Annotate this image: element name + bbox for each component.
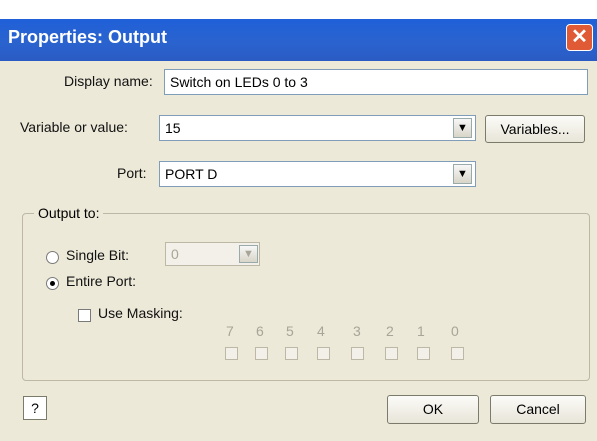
bit-label-0: 0 [451,323,459,339]
bit-checkbox-1[interactable] [417,347,430,360]
bit-label-2: 2 [386,323,394,339]
close-icon: ✕ [571,26,588,48]
port-label: Port: [117,165,147,181]
variables-button-label: Variables... [500,121,570,137]
bit-label-5: 5 [286,323,294,339]
bit-checkbox-5[interactable] [285,347,298,360]
single-bit-value: 0 [171,246,179,262]
bit-label-1: 1 [417,323,425,339]
bit-label-7: 7 [226,323,234,339]
variable-dropdown-arrow-icon[interactable]: ▼ [453,118,472,138]
single-bit-label: Single Bit: [66,247,130,263]
variables-button[interactable]: Variables... [485,115,585,143]
close-button[interactable]: ✕ [566,24,593,51]
display-name-input[interactable]: Switch on LEDs 0 to 3 [164,69,588,95]
title-bar[interactable]: Properties: Output ✕ [0,19,597,61]
ok-button-label: OK [422,401,444,417]
variable-value: 15 [165,120,181,136]
output-to-group [22,213,590,381]
use-masking-checkbox[interactable] [78,309,91,322]
window-title: Properties: Output [8,27,168,47]
port-dropdown-arrow-icon[interactable]: ▼ [453,164,472,184]
display-name-label: Display name: [64,73,153,89]
cancel-button-label: Cancel [516,401,560,417]
entire-port-radio[interactable] [46,277,59,290]
variable-label: Variable or value: [20,119,128,135]
bit-checkbox-0[interactable] [451,347,464,360]
use-masking-label: Use Masking: [98,305,183,321]
help-icon: ? [31,400,39,416]
output-to-group-title: Output to: [34,205,104,221]
cancel-button[interactable]: Cancel [490,395,586,424]
bit-label-4: 4 [317,323,325,339]
single-bit-dropdown-arrow-icon[interactable]: ▼ [239,245,258,263]
single-bit-radio[interactable] [46,251,59,264]
help-button[interactable]: ? [23,396,47,420]
port-value: PORT D [165,166,218,182]
bit-checkbox-2[interactable] [385,347,398,360]
bit-label-3: 3 [353,323,361,339]
bit-checkbox-7[interactable] [225,347,238,360]
port-combobox[interactable]: PORT D [159,161,476,187]
bit-checkbox-6[interactable] [255,347,268,360]
ok-button[interactable]: OK [387,395,479,424]
variable-combobox[interactable]: 15 [159,115,476,141]
bit-checkbox-4[interactable] [317,347,330,360]
bit-label-6: 6 [256,323,264,339]
bit-checkbox-3[interactable] [351,347,364,360]
entire-port-label: Entire Port: [66,273,137,289]
